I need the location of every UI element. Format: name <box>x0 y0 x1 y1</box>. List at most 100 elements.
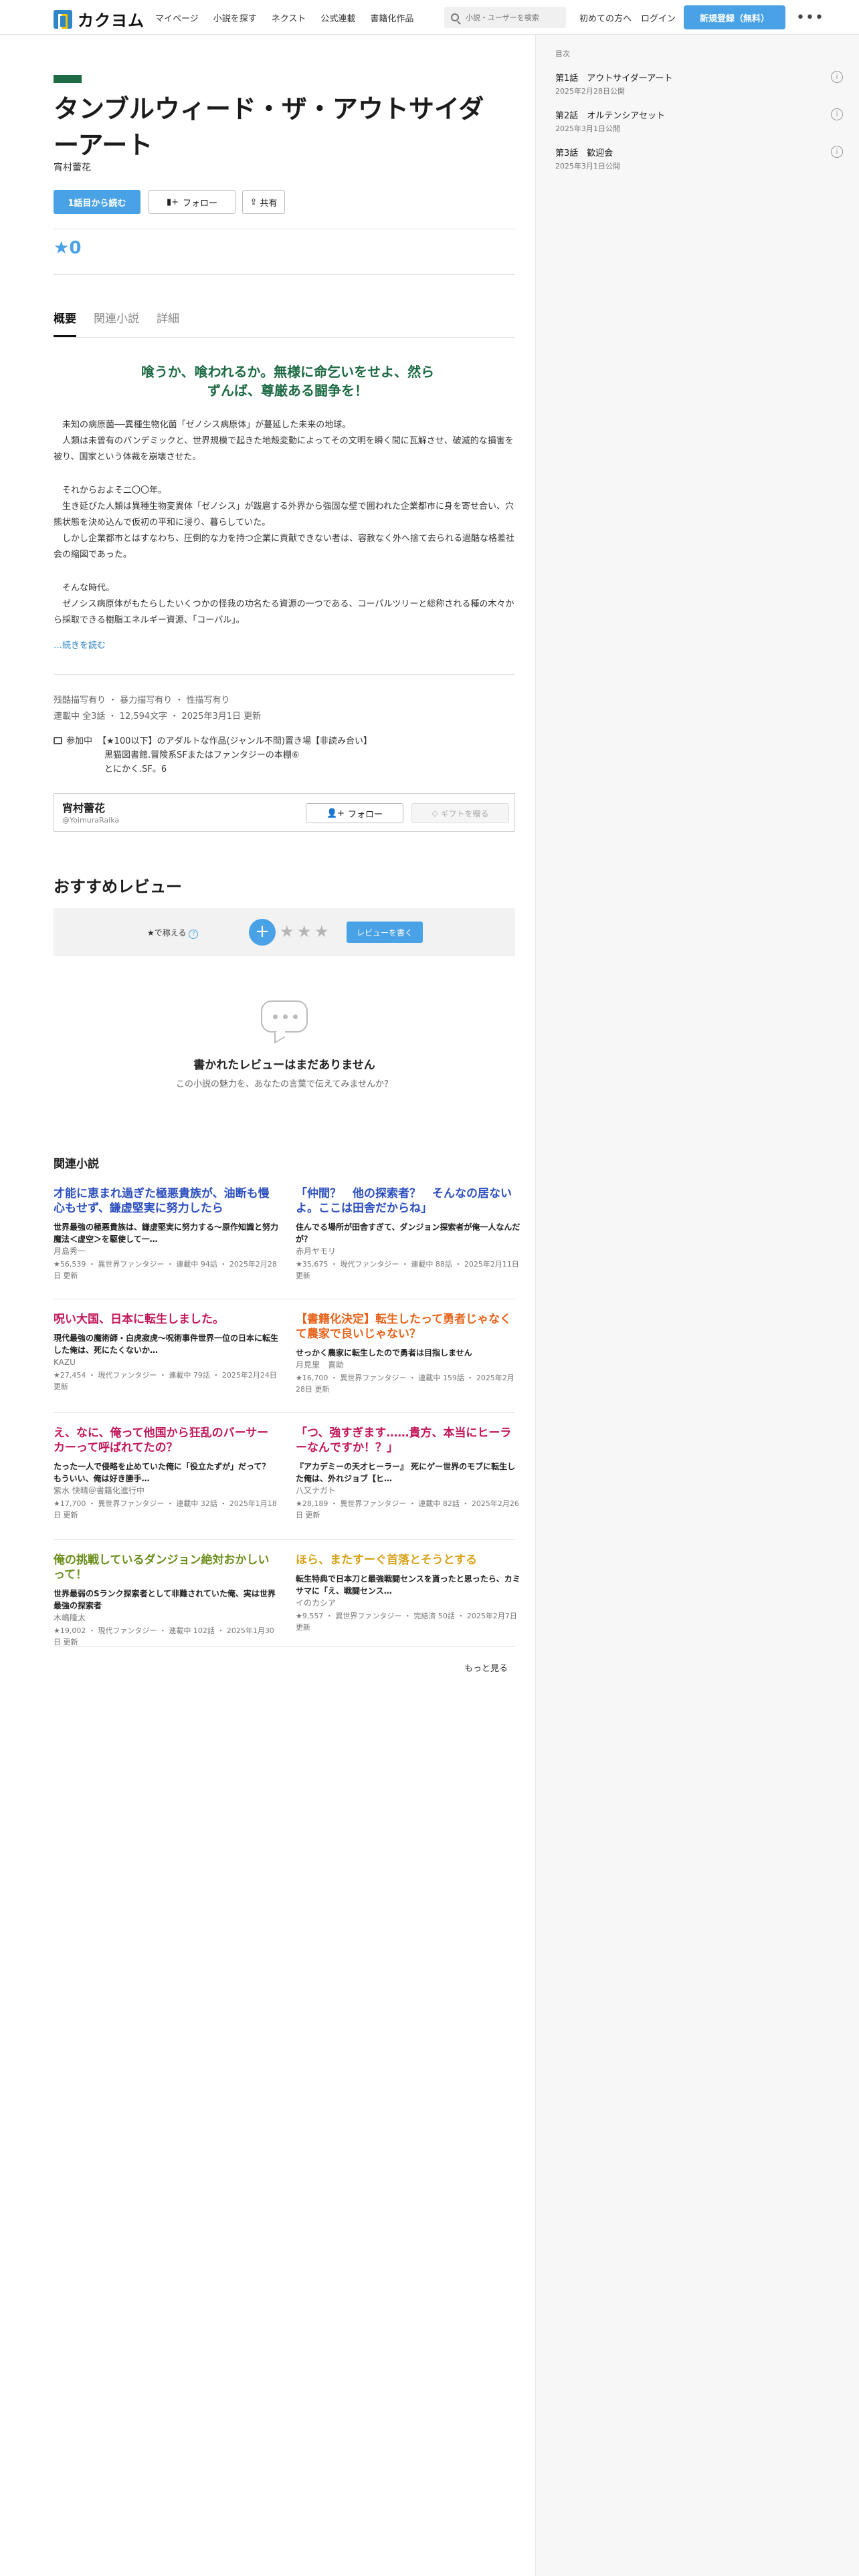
sidebar <box>535 35 859 2576</box>
more-menu-icon[interactable]: ••• <box>796 9 824 26</box>
divider <box>54 1412 515 1413</box>
author-card: 宵村蕾花 @YoimuraRaika 👤+ フォロー ◇ ギフトを贈る <box>54 793 515 832</box>
related-title[interactable]: 才能に恵まれ過ぎた極悪貴族が、油断も慢心もせず、鎌虚堅実に努力したら <box>54 1186 278 1216</box>
related-meta: ★56,539 ・ 異世界ファンタジー ・ 連載中 94話 ・ 2025年2月2… <box>54 1260 277 1280</box>
help-icon[interactable]: ? <box>189 930 199 939</box>
info-icon[interactable]: i <box>831 146 843 158</box>
synopsis-paragraph: 未知の病原菌──異種生物化菌「ゼノシス病原体」が蔓延した未来の地球。 <box>54 420 351 430</box>
tab-details[interactable]: 詳細 <box>157 309 179 338</box>
related-author[interactable]: 木嶋隆太 <box>54 1612 278 1624</box>
signup-button[interactable]: 新規登録（無料） <box>684 5 785 29</box>
gift-label: ギフトを贈る <box>440 809 489 819</box>
contest-item[interactable]: とにかく.SF。6 <box>104 764 167 774</box>
star-icon[interactable]: ★ <box>280 922 294 941</box>
content-warnings: 残酷描写有り ・ 暴力描写有り ・ 性描写有り <box>54 695 230 706</box>
related-title[interactable]: え、なに、俺って他国から狂乱のバーサーカーって呼ばれてたの？ <box>54 1426 278 1455</box>
user-plus-icon: 👤+ <box>326 808 345 819</box>
bookmark-plus-icon: ▮+ <box>166 197 179 207</box>
work-title: タンブルウィード・ザ・アウトサイダーアート <box>54 94 484 160</box>
episode-date: 2025年3月1日公開 <box>555 124 620 133</box>
related-title[interactable]: 「つ、強すぎます……貴方、本当にヒーラーなんですか！？」 <box>296 1426 520 1455</box>
reviews-heading: おすすめレビュー <box>54 877 182 896</box>
related-author[interactable]: 八又ナガト <box>296 1485 520 1497</box>
related-novel-card[interactable]: 【書籍化決定】転生したって勇者じゃなくて農家で良いじゃない？ せっかく農家に転生… <box>296 1312 520 1395</box>
work-tabs: 概要 関連小説 詳細 <box>54 309 179 338</box>
toc-label: 目次 <box>555 49 570 58</box>
gift-button[interactable]: ◇ ギフトを贈る <box>411 803 509 823</box>
episode-title[interactable]: 第3話 歓迎会 <box>555 146 843 158</box>
read-more-link[interactable]: …続きを読む <box>54 638 106 651</box>
related-catch: せっかく農家に転生したので勇者は目指しません <box>296 1348 472 1358</box>
empty-reviews-title: 書かれたレビューはまだありません <box>193 1059 375 1072</box>
contest-item[interactable]: 黒猫図書館.冒険系SFまたはファンタジーの本棚⑥ <box>104 750 300 760</box>
episode-title[interactable]: 第2話 オルテンシアセット <box>555 108 843 121</box>
toc-episode[interactable]: 第2話 オルテンシアセット 2025年3月1日公開 i <box>555 108 843 134</box>
contest-list: 参加中 【★100以下】のアダルトな作品(ジャンル不問)置き場【非読み合い】 黒猫… <box>54 734 495 776</box>
related-novel-card[interactable]: 呪い大国、日本に転生しました。 現代最強の魔術師・白虎寂虎〜呪術事件世界一位の日… <box>54 1312 278 1392</box>
related-title[interactable]: 「仲間？ 他の探索者？ そんなの居ないよ。ここは田舎だからね」 <box>296 1186 520 1216</box>
related-catch: 現代最強の魔術師・白虎寂虎〜呪術事件世界一位の日本に転生した俺は、死にたくないか… <box>54 1333 279 1355</box>
nav-official-serial[interactable]: 公式連載 <box>320 11 355 24</box>
nav-find-novels[interactable]: 小説を探す <box>213 11 257 24</box>
nav-next[interactable]: ネクスト <box>272 11 306 24</box>
logo-icon <box>54 9 72 29</box>
synopsis-paragraph: そんな時代。 <box>54 583 115 593</box>
see-more-link[interactable]: もっと見る <box>464 1661 508 1674</box>
related-author[interactable]: 赤月ヤモリ <box>296 1245 520 1257</box>
related-novel-card[interactable]: え、なに、俺って他国から狂乱のバーサーカーって呼ばれてたの？ たった一人で侵略を… <box>54 1426 278 1521</box>
related-novel-card[interactable]: 「仲間？ 他の探索者？ そんなの居ないよ。ここは田舎だからね」 住んでる場所が田… <box>296 1186 520 1281</box>
praise-label: ★で称える? <box>147 927 199 939</box>
related-novel-card[interactable]: 俺の挑戦しているダンジョン絶対おかしいって！ 世界最弱のSランク探索者として非難… <box>54 1553 278 1648</box>
related-meta: ★17,700 ・ 異世界ファンタジー ・ 連載中 32話 ・ 2025年1月1… <box>54 1499 277 1519</box>
search-box <box>444 7 566 28</box>
tab-overview[interactable]: 概要 <box>54 309 76 338</box>
related-catch: たった一人で侵略を止めていた俺に「役立たずが」だって？ もういい、俺は好き勝手… <box>54 1462 278 1483</box>
first-time-link[interactable]: 初めての方へ <box>579 11 632 24</box>
info-icon[interactable]: i <box>831 71 843 83</box>
share-button[interactable]: ⇪ 共有 <box>242 190 285 214</box>
login-link[interactable]: ログイン <box>641 11 676 24</box>
episode-date: 2025年3月1日公開 <box>555 162 620 171</box>
related-title[interactable]: 呪い大国、日本に転生しました。 <box>54 1312 278 1327</box>
share-icon: ⇪ <box>250 197 258 207</box>
related-author[interactable]: KAZU <box>54 1356 278 1368</box>
related-author[interactable]: イのカシア <box>296 1597 520 1609</box>
author-follow-button[interactable]: 👤+ フォロー <box>306 803 403 823</box>
search-icon[interactable] <box>451 13 459 21</box>
star-icon[interactable]: ★ <box>314 922 329 941</box>
related-author[interactable]: 紫水 快晴＠書籍化進行中 <box>54 1485 278 1497</box>
main-nav: マイページ 小説を探す ネクスト 公式連載 書籍化作品 <box>155 11 413 24</box>
follow-button[interactable]: ▮+ フォロー <box>149 190 235 214</box>
related-catch: 世界最弱のSランク探索者として非難されていた俺、実は世界最強の探索者 <box>54 1589 276 1610</box>
author-name[interactable]: 宵村蕾花 <box>62 799 105 815</box>
read-from-first-button[interactable]: 1話目から読む <box>54 190 140 214</box>
work-author[interactable]: 宵村蕾花 <box>54 160 91 174</box>
related-title[interactable]: 俺の挑戦しているダンジョン絶対おかしいって！ <box>54 1553 278 1582</box>
related-title[interactable]: ほら、またすーぐ首落とそうとする <box>296 1553 520 1568</box>
synopsis: 未知の病原菌──異種生物化菌「ゼノシス病原体」が蔓延した未来の地球。 人類は未曾… <box>54 417 515 629</box>
nav-published-works[interactable]: 書籍化作品 <box>370 11 413 24</box>
related-novel-card[interactable]: ほら、またすーぐ首落とそうとする 転生特典で日本刀と最強戦闘センスを貰ったと思っ… <box>296 1553 520 1633</box>
write-review-button[interactable]: レビューを書く <box>347 922 423 943</box>
related-author[interactable]: 月見里 喜助 <box>296 1359 520 1371</box>
tab-related[interactable]: 関連小説 <box>94 309 139 338</box>
search-input[interactable] <box>464 12 558 23</box>
related-title[interactable]: 【書籍化決定】転生したって勇者じゃなくて農家で良いじゃない？ <box>296 1312 520 1341</box>
star-icon[interactable]: ★ <box>297 922 312 941</box>
related-novel-card[interactable]: 「つ、強すぎます……貴方、本当にヒーラーなんですか！？」 『アカデミーの天才ヒー… <box>296 1426 520 1521</box>
add-star-button[interactable]: + <box>249 919 276 946</box>
related-novel-card[interactable]: 才能に恵まれ過ぎた極悪貴族が、油断も慢心もせず、鎌虚堅実に努力したら 世界最強の… <box>54 1186 278 1281</box>
site-logo[interactable]: カクヨム <box>54 7 145 31</box>
related-author[interactable]: 月島秀一 <box>54 1245 278 1257</box>
logo-text: カクヨム <box>78 11 145 30</box>
toc-episode[interactable]: 第1話 アウトサイダーアート 2025年2月28日公開 i <box>555 71 843 96</box>
contest-item[interactable]: 【★100以下】のアダルトな作品(ジャンル不問)置き場【非読み合い】 <box>98 736 372 746</box>
toc-episode[interactable]: 第3話 歓迎会 2025年3月1日公開 i <box>555 146 843 171</box>
divider <box>54 337 515 338</box>
star-icon: ★ <box>54 238 70 258</box>
episode-date: 2025年2月28日公開 <box>555 87 625 96</box>
episode-title[interactable]: 第1話 アウトサイダーアート <box>555 71 843 84</box>
nav-mypage[interactable]: マイページ <box>155 11 199 24</box>
related-meta: ★9,557 ・ 異世界ファンタジー ・ 完結済 50話 ・ 2025年2月7日… <box>296 1612 517 1632</box>
info-icon[interactable]: i <box>831 108 843 120</box>
